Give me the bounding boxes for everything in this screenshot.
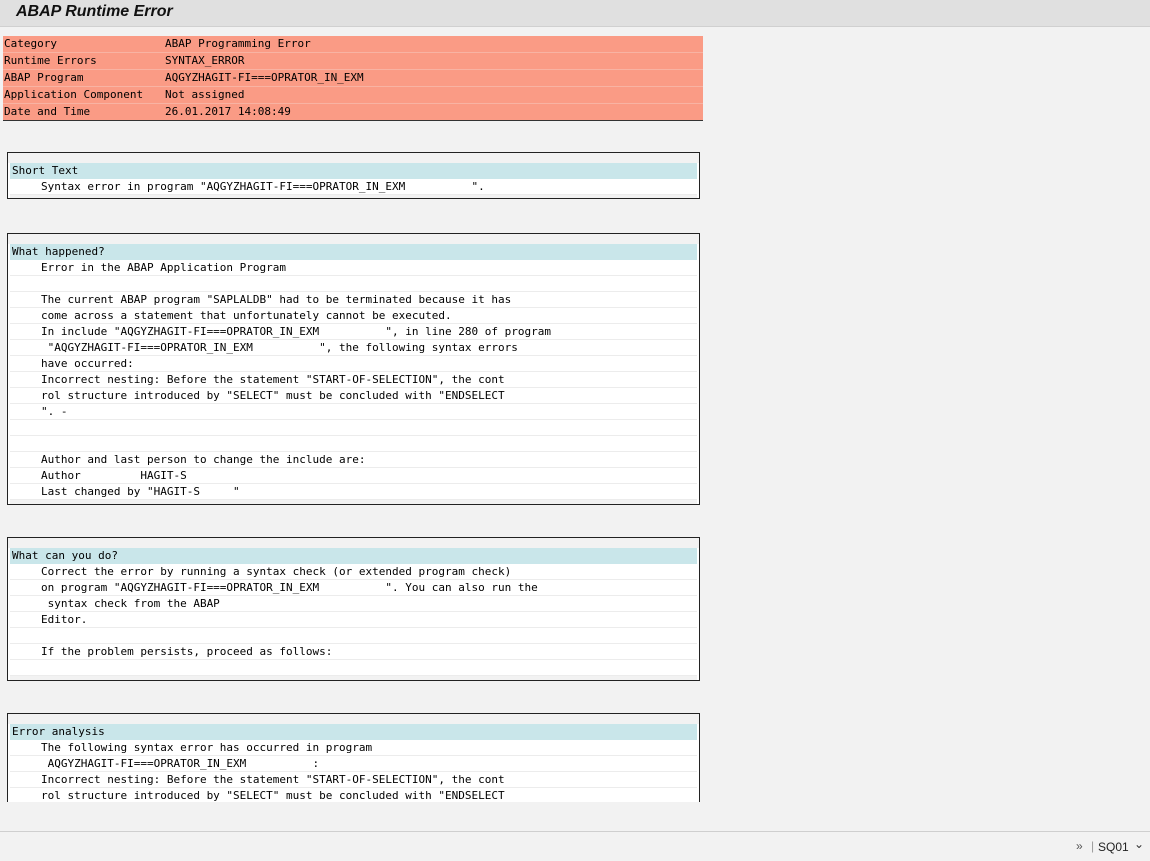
text-line: In include "AQGYZHAGIT-FI===OPRATOR_IN_E…: [10, 324, 697, 340]
chevron-down-icon[interactable]: ⌄: [1134, 837, 1144, 851]
text-line: [10, 420, 697, 436]
text-line: AQGYZHAGIT-FI===OPRATOR_IN_EXM :: [10, 756, 697, 772]
text-line: [10, 436, 697, 452]
text-line: rol structure introduced by "SELECT" mus…: [10, 388, 697, 404]
what-can-you-do-section: What can you do? Correct the error by ru…: [7, 537, 700, 681]
status-divider: |: [1091, 839, 1095, 853]
text-line: "AQGYZHAGIT-FI===OPRATOR_IN_EXM ", the f…: [10, 340, 697, 356]
summary-key: Date and Time: [4, 105, 91, 118]
text-line: Incorrect nesting: Before the statement …: [10, 772, 697, 788]
text-line: [10, 628, 697, 644]
error-summary-table: Category ABAP Programming Error Runtime …: [3, 36, 703, 120]
summary-value: SYNTAX_ERROR: [165, 54, 245, 67]
summary-value: 26.01.2017 14:08:49: [165, 105, 291, 118]
text-line: Syntax error in program "AQGYZHAGIT-FI==…: [10, 179, 697, 195]
text-line: ". -: [10, 404, 697, 420]
summary-value: ABAP Programming Error: [165, 37, 311, 50]
title-bar: ABAP Runtime Error: [0, 0, 1150, 27]
section-header: Short Text: [10, 163, 697, 179]
double-chevron-right-icon[interactable]: »: [1076, 839, 1083, 853]
summary-key: Application Component: [4, 88, 144, 101]
section-header: What happened?: [10, 244, 697, 260]
text-line: [10, 276, 697, 292]
section-header: What can you do?: [10, 548, 697, 564]
section-header: Error analysis: [10, 724, 697, 740]
text-line: come across a statement that unfortunate…: [10, 308, 697, 324]
text-line: The following syntax error has occurred …: [10, 740, 697, 756]
summary-key: Runtime Errors: [4, 54, 97, 67]
text-line: Editor.: [10, 612, 697, 628]
text-line: Author and last person to change the inc…: [10, 452, 697, 468]
window-title: ABAP Runtime Error: [16, 3, 173, 20]
text-line: Last changed by "HAGIT-S ": [10, 484, 697, 500]
text-line: on program "AQGYZHAGIT-FI===OPRATOR_IN_E…: [10, 580, 697, 596]
text-line: have occurred:: [10, 356, 697, 372]
summary-value: AQGYZHAGIT-FI===OPRATOR_IN_EXM: [165, 71, 364, 84]
text-line: The current ABAP program "SAPLALDB" had …: [10, 292, 697, 308]
status-bar: » | SQ01 ⌄: [0, 831, 1150, 861]
text-line: syntax check from the ABAP: [10, 596, 697, 612]
summary-key: Category: [4, 37, 57, 50]
text-line: Incorrect nesting: Before the statement …: [10, 372, 697, 388]
what-happened-section: What happened? Error in the ABAP Applica…: [7, 233, 700, 505]
text-line: Author HAGIT-S: [10, 468, 697, 484]
text-line: Error in the ABAP Application Program: [10, 260, 697, 276]
error-analysis-section: Error analysis The following syntax erro…: [7, 713, 700, 802]
text-line: If the problem persists, proceed as foll…: [10, 644, 697, 660]
text-line: Correct the error by running a syntax ch…: [10, 564, 697, 580]
summary-key: ABAP Program: [4, 71, 84, 84]
system-id: SQ01: [1098, 840, 1129, 854]
summary-value: Not assigned: [165, 88, 245, 101]
summary-row: Category ABAP Programming Error: [3, 36, 703, 53]
summary-row: Date and Time 26.01.2017 14:08:49: [3, 104, 703, 120]
summary-row: Runtime Errors SYNTAX_ERROR: [3, 53, 703, 70]
summary-row: Application Component Not assigned: [3, 87, 703, 104]
short-text-section: Short Text Syntax error in program "AQGY…: [7, 152, 700, 199]
summary-divider: [3, 120, 703, 121]
summary-row: ABAP Program AQGYZHAGIT-FI===OPRATOR_IN_…: [3, 70, 703, 87]
content-area[interactable]: Category ABAP Programming Error Runtime …: [0, 27, 1150, 802]
text-line: rol structure introduced by "SELECT" mus…: [10, 788, 697, 802]
text-line: [10, 660, 697, 676]
